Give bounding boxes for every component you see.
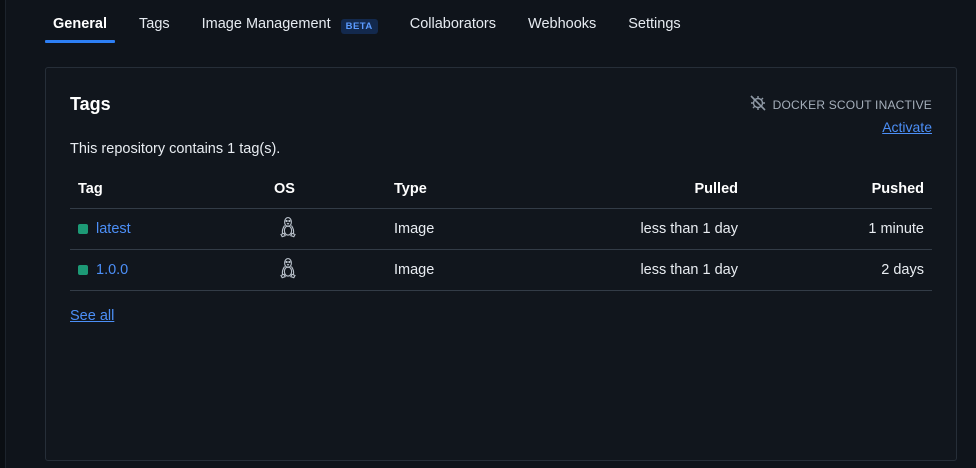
see-all-link[interactable]: See all [70, 308, 114, 324]
scout-status-row: DOCKER SCOUT INACTIVE [749, 94, 932, 115]
table-header-row: Tag OS Type Pulled Pushed [70, 170, 932, 209]
status-dot [78, 264, 88, 275]
tab-label: Settings [628, 16, 681, 32]
pulled-cell: less than 1 day [536, 208, 746, 250]
beta-badge: BETA [340, 19, 378, 34]
tab-label: General [53, 16, 107, 32]
linux-icon [278, 216, 298, 238]
column-header-tag: Tag [70, 170, 266, 209]
tab-label: Collaborators [409, 16, 497, 32]
tag-cell-content: latest [78, 221, 258, 237]
tags-card: Tags DOCKER SCOUT INACTIVE Activate This… [45, 67, 957, 461]
tag-count-summary: This repository contains 1 tag(s). [70, 141, 281, 157]
tab-label: Webhooks [528, 16, 597, 32]
column-header-type: Type [386, 170, 536, 209]
column-header-pulled: Pulled [536, 170, 746, 209]
os-cell [266, 249, 386, 291]
pushed-cell: 1 minute [746, 208, 932, 250]
tab-webhooks[interactable]: Webhooks [520, 0, 604, 44]
pushed-cell: 2 days [746, 249, 932, 291]
left-rail [0, 0, 6, 468]
scout-status-text: DOCKER SCOUT INACTIVE [772, 97, 932, 112]
status-dot [78, 223, 88, 234]
type-cell: Image [386, 249, 536, 291]
tab-label: Image Management [201, 16, 331, 32]
table-row: 1.0.0 Image less than 1 day 2 days [70, 249, 932, 291]
type-cell: Image [386, 208, 536, 250]
scout-off-icon [749, 94, 767, 115]
tag-link[interactable]: latest [96, 221, 131, 237]
os-cell [266, 208, 386, 250]
tab-image-management[interactable]: Image Management BETA [194, 0, 386, 44]
tab-general[interactable]: General [45, 0, 115, 44]
docker-scout-status: DOCKER SCOUT INACTIVE Activate [749, 94, 932, 137]
activate-link[interactable]: Activate [882, 119, 932, 135]
card-title: Tags [70, 94, 111, 114]
pulled-cell: less than 1 day [536, 249, 746, 291]
tag-cell: latest [70, 208, 266, 250]
linux-icon [278, 257, 298, 279]
table-row: latest Image less than 1 day 1 minute [70, 208, 932, 250]
column-header-os: OS [266, 170, 386, 209]
tag-cell: 1.0.0 [70, 249, 266, 291]
tags-table: Tag OS Type Pulled Pushed latest Image l… [70, 170, 932, 291]
tab-settings[interactable]: Settings [620, 0, 688, 44]
tag-cell-content: 1.0.0 [78, 262, 258, 278]
tab-tags[interactable]: Tags [131, 0, 178, 44]
tab-collaborators[interactable]: Collaborators [402, 0, 504, 44]
tab-label: Tags [139, 16, 170, 32]
column-header-pushed: Pushed [746, 170, 932, 209]
tag-link[interactable]: 1.0.0 [96, 262, 128, 278]
repository-tabs: General Tags Image Management BETA Colla… [45, 0, 689, 44]
